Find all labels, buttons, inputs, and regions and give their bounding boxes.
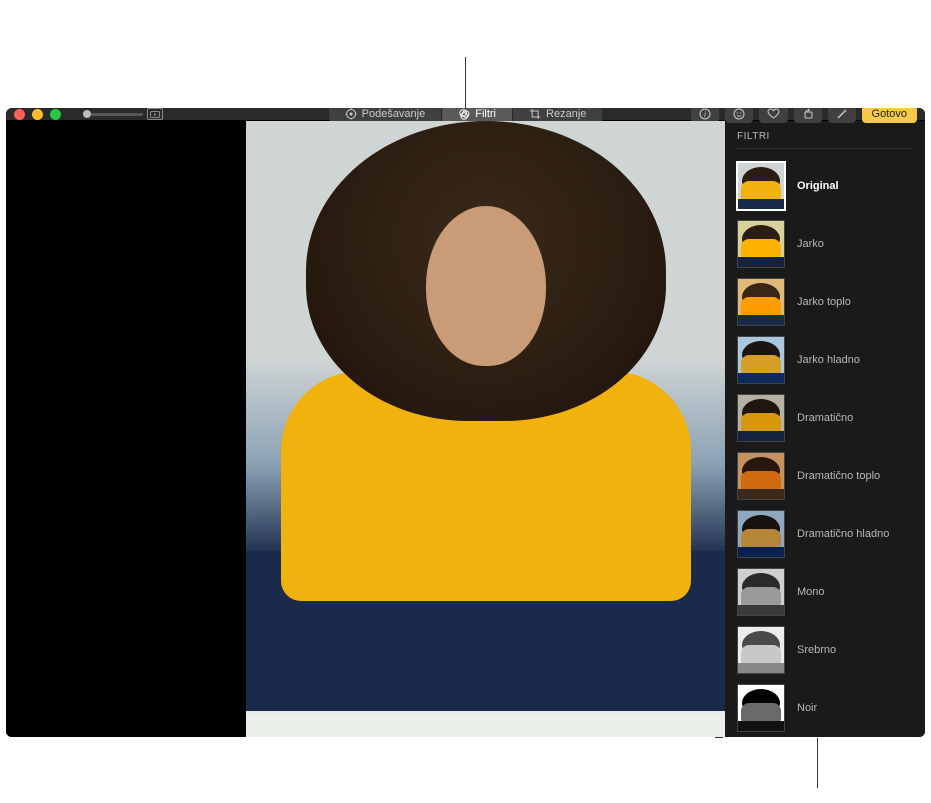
minimize-window-button[interactable] xyxy=(32,109,43,120)
filter-label: Srebrno xyxy=(797,644,836,656)
rotate-button[interactable] xyxy=(794,108,822,123)
done-button-label: Gotovo xyxy=(872,108,907,120)
filters-list: Original Jarko Jarko toplo Jarko hladno Dram… xyxy=(737,157,913,737)
filter-label: Dramatično xyxy=(797,412,853,424)
titlebar: Podešavanje Filtri Rezanje i xyxy=(6,108,925,121)
favorite-button[interactable] xyxy=(759,108,788,123)
callout-line-bottom xyxy=(817,738,818,788)
filter-item[interactable]: Jarko xyxy=(737,215,913,273)
aspect-icon[interactable] xyxy=(147,108,163,120)
filter-thumbnail xyxy=(737,220,785,268)
filter-label: Jarko hladno xyxy=(797,354,860,366)
filter-thumbnail xyxy=(737,278,785,326)
crop-tab-label: Rezanje xyxy=(546,108,586,120)
magic-wand-icon xyxy=(836,108,848,120)
svg-text:i: i xyxy=(703,110,705,119)
filter-item[interactable]: Original xyxy=(737,157,913,215)
info-icon: i xyxy=(699,108,711,120)
main-image-viewer[interactable] xyxy=(246,121,725,737)
filter-item[interactable]: Jarko hladno xyxy=(737,331,913,389)
face-icon xyxy=(733,108,745,120)
zoom-slider-thumb[interactable] xyxy=(83,110,91,118)
filter-label: Noir xyxy=(797,702,817,714)
filters-panel: FILTRI Original Jarko Jarko toplo Jarko hla… xyxy=(725,121,925,737)
face-button[interactable] xyxy=(725,108,753,123)
filter-thumbnail xyxy=(737,452,785,500)
content-area: FILTRI Original Jarko Jarko toplo Jarko hla… xyxy=(6,121,925,737)
auto-enhance-button[interactable] xyxy=(828,108,856,123)
filter-item[interactable]: Noir xyxy=(737,679,913,737)
filter-item[interactable]: Dramatično xyxy=(737,389,913,447)
zoom-slider[interactable] xyxy=(83,113,143,116)
app-window: Podešavanje Filtri Rezanje i xyxy=(6,108,925,737)
filter-label: Mono xyxy=(797,586,825,598)
fullscreen-window-button[interactable] xyxy=(50,109,61,120)
close-window-button[interactable] xyxy=(14,109,25,120)
filter-thumbnail xyxy=(737,568,785,616)
filter-thumbnail xyxy=(737,684,785,732)
filter-thumbnail xyxy=(737,336,785,384)
done-button[interactable]: Gotovo xyxy=(862,108,917,123)
filter-item[interactable]: Mono xyxy=(737,563,913,621)
crop-icon xyxy=(529,108,541,120)
filter-label: Jarko toplo xyxy=(797,296,851,308)
filter-thumbnail xyxy=(737,162,785,210)
photo-preview xyxy=(246,121,725,737)
filter-label: Dramatično hladno xyxy=(797,528,889,540)
filter-item[interactable]: Srebrno xyxy=(737,621,913,679)
filters-icon xyxy=(458,108,470,120)
filter-thumbnail xyxy=(737,626,785,674)
filter-label: Original xyxy=(797,180,839,192)
filter-label: Dramatično toplo xyxy=(797,470,880,482)
adjust-icon xyxy=(345,108,357,120)
adjust-tab-label: Podešavanje xyxy=(362,108,426,120)
filters-panel-title: FILTRI xyxy=(737,131,913,149)
filter-label: Jarko xyxy=(797,238,824,250)
filter-item[interactable]: Jarko toplo xyxy=(737,273,913,331)
window-controls xyxy=(14,109,61,120)
left-gutter xyxy=(6,121,246,737)
heart-icon xyxy=(767,108,780,120)
filter-item[interactable]: Dramatično toplo xyxy=(737,447,913,505)
rotate-icon xyxy=(802,108,814,120)
callout-line-top xyxy=(465,57,466,109)
zoom-control[interactable] xyxy=(83,108,163,120)
filter-thumbnail xyxy=(737,510,785,558)
filters-tab-label: Filtri xyxy=(475,108,496,120)
filter-item[interactable]: Dramatično hladno xyxy=(737,505,913,563)
filter-thumbnail xyxy=(737,394,785,442)
